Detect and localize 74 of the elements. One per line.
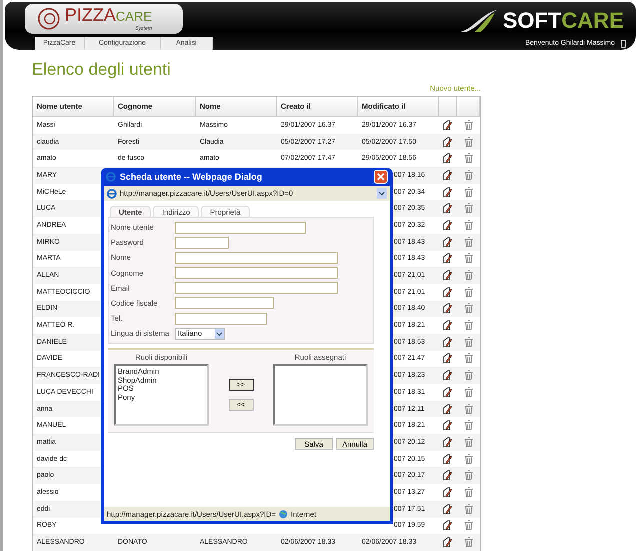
pencil-paper-icon[interactable] — [443, 253, 453, 264]
trash-icon[interactable] — [464, 203, 474, 214]
trash-icon[interactable] — [464, 420, 474, 432]
trash-icon[interactable] — [464, 220, 474, 231]
pencil-paper-icon[interactable] — [443, 404, 453, 415]
pencil-paper-icon[interactable] — [443, 136, 453, 148]
pencil-paper-icon[interactable] — [443, 303, 453, 314]
trash-icon[interactable] — [464, 486, 474, 498]
pencil-paper-icon[interactable] — [443, 153, 453, 164]
page-title: Elenco degli utenti — [32, 60, 172, 80]
trash-icon[interactable] — [464, 286, 474, 298]
pencil-paper-icon[interactable] — [443, 336, 453, 348]
pencil-paper-icon[interactable] — [443, 386, 453, 398]
input-field[interactable] — [175, 312, 267, 325]
input-field[interactable] — [175, 252, 338, 264]
pencil-paper-icon[interactable] — [443, 236, 453, 248]
browser-icon — [106, 172, 116, 182]
page-icon[interactable] — [621, 40, 626, 48]
pencil-paper-icon[interactable] — [443, 370, 453, 382]
trash-icon[interactable] — [464, 404, 474, 415]
browser-icon — [107, 188, 117, 198]
trash-icon[interactable] — [464, 153, 474, 164]
input-field[interactable] — [175, 222, 306, 234]
trash-icon[interactable] — [464, 436, 474, 448]
pencil-paper-icon[interactable] — [443, 186, 453, 198]
trash-icon[interactable] — [464, 253, 474, 264]
assigned-roles-list[interactable] — [273, 364, 368, 426]
input-field[interactable] — [175, 267, 338, 280]
pencil-paper-icon[interactable] — [443, 537, 453, 548]
input-field[interactable] — [175, 236, 229, 249]
trash-icon[interactable] — [464, 370, 474, 382]
trash-icon[interactable] — [464, 386, 474, 398]
trash-icon[interactable] — [464, 537, 474, 548]
pencil-paper-icon[interactable] — [443, 420, 453, 432]
caret-icon — [215, 328, 224, 339]
trash-icon[interactable] — [464, 470, 474, 482]
close-button[interactable] — [374, 170, 388, 184]
logo-text: PIZZACARE — [65, 6, 152, 26]
trash-icon[interactable] — [464, 170, 474, 181]
pencil-paper-icon[interactable] — [443, 120, 453, 131]
dropdown-button[interactable] — [377, 188, 387, 199]
brand-name: SOFTCARE — [502, 8, 624, 34]
swoosh-icon — [458, 9, 499, 33]
pencil-paper-icon[interactable] — [443, 454, 453, 465]
trash-icon[interactable] — [464, 454, 474, 465]
input-field[interactable] — [175, 282, 338, 294]
pencil-paper-icon[interactable] — [443, 170, 453, 181]
globe-icon — [279, 510, 288, 518]
trash-icon[interactable] — [464, 136, 474, 148]
pencil-paper-icon[interactable] — [443, 436, 453, 448]
pencil-paper-icon[interactable] — [443, 270, 453, 282]
input-field[interactable] — [175, 297, 274, 310]
trash-icon[interactable] — [464, 236, 474, 248]
pencil-paper-icon[interactable] — [443, 520, 453, 532]
trash-icon[interactable] — [464, 520, 474, 532]
trash-icon[interactable] — [464, 504, 474, 515]
trash-icon[interactable] — [464, 270, 474, 282]
trash-icon[interactable] — [464, 320, 474, 332]
dialog-title: Scheda utente -- Webpage Dialog — [120, 172, 264, 182]
pencil-paper-icon[interactable] — [443, 486, 453, 498]
pencil-paper-icon[interactable] — [443, 286, 453, 298]
pencil-paper-icon[interactable] — [443, 220, 453, 231]
pencil-paper-icon[interactable] — [443, 504, 453, 515]
trash-icon[interactable] — [464, 336, 474, 348]
trash-icon[interactable] — [464, 186, 474, 198]
pencil-paper-icon[interactable] — [443, 320, 453, 332]
close-icon — [377, 173, 385, 181]
pencil-paper-icon[interactable] — [443, 470, 453, 482]
trash-icon[interactable] — [464, 353, 474, 364]
pencil-paper-icon[interactable] — [443, 353, 453, 364]
trash-icon[interactable] — [464, 303, 474, 314]
trash-icon[interactable] — [464, 120, 474, 131]
caret-icon — [379, 192, 385, 196]
pencil-paper-icon[interactable] — [443, 203, 453, 214]
